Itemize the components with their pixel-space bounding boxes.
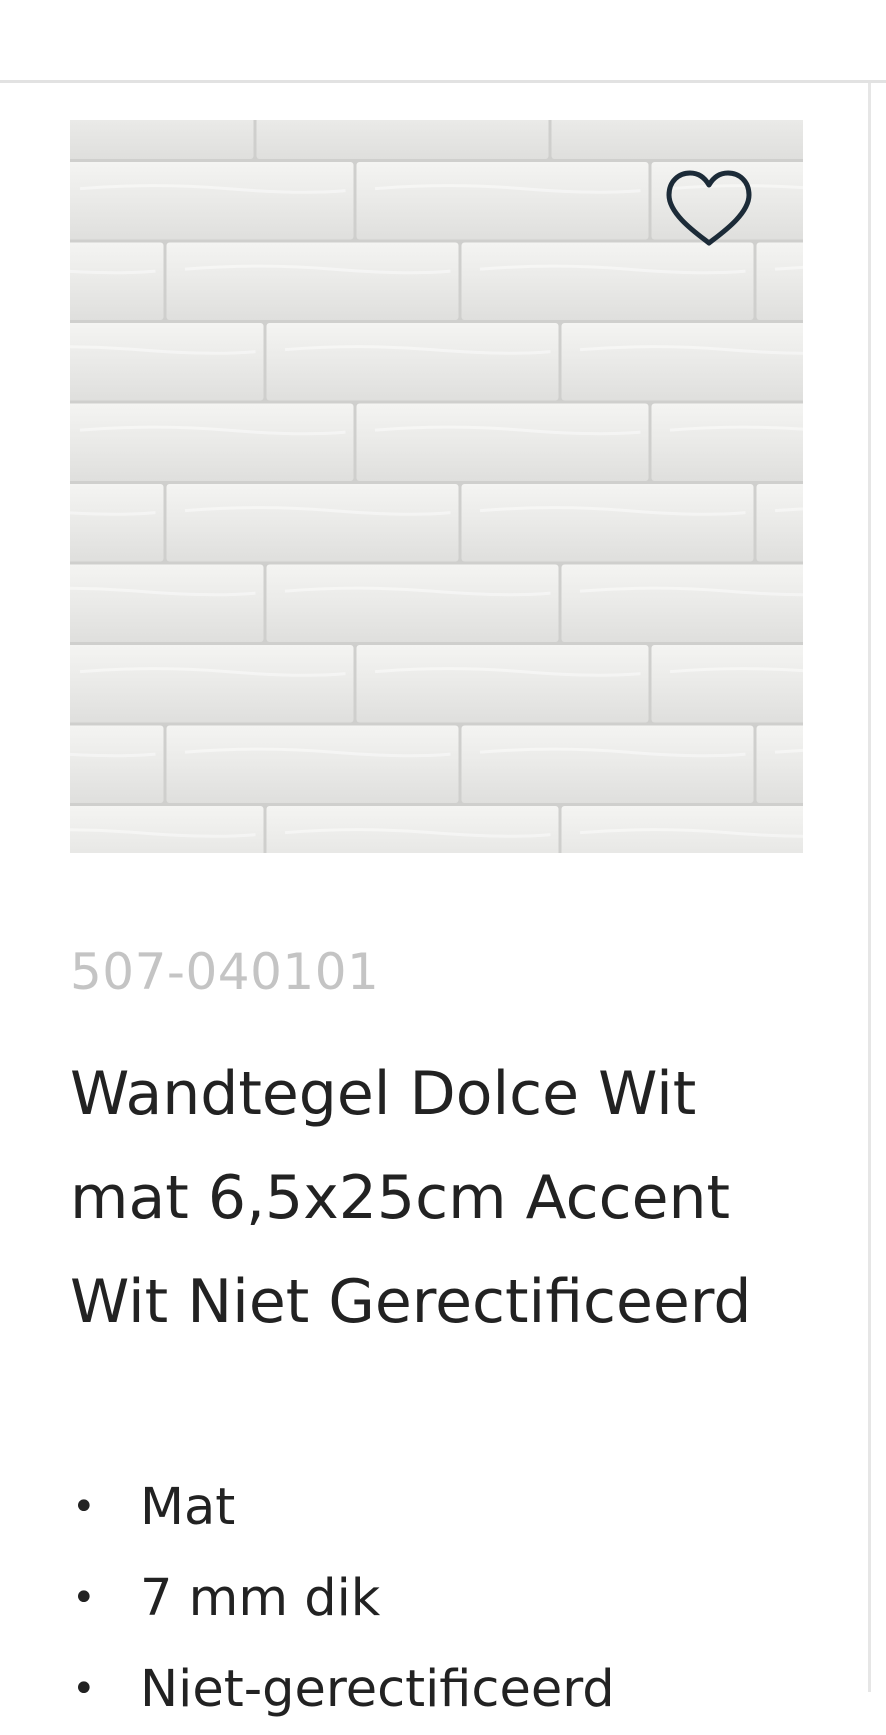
tile bbox=[166, 242, 459, 320]
tile bbox=[70, 162, 354, 240]
product-title[interactable]: Wandtegel Dolce Wit mat 6,5x25cm Accent … bbox=[70, 1042, 810, 1354]
tile bbox=[356, 645, 649, 723]
heart-icon bbox=[666, 170, 752, 246]
tile bbox=[266, 564, 559, 642]
tile bbox=[70, 645, 354, 723]
wishlist-button[interactable] bbox=[659, 165, 759, 255]
product-card[interactable]: 507-040101 Wandtegel Dolce Wit mat 6,5x2… bbox=[0, 83, 871, 1719]
tile bbox=[651, 645, 803, 723]
tile bbox=[756, 484, 803, 562]
tile bbox=[561, 564, 803, 642]
tile bbox=[166, 725, 459, 803]
product-image[interactable] bbox=[70, 120, 803, 853]
feature-text: 7 mm dik bbox=[140, 1569, 381, 1628]
feature-text: Niet-gerectificeerd bbox=[140, 1660, 615, 1719]
tile bbox=[266, 323, 559, 401]
tile bbox=[256, 120, 549, 159]
tile bbox=[70, 403, 354, 481]
tile bbox=[461, 484, 754, 562]
tile bbox=[166, 484, 459, 562]
tile bbox=[551, 120, 803, 159]
feature-text: Mat bbox=[140, 1478, 236, 1537]
bullet-icon: • bbox=[72, 1666, 96, 1712]
tile bbox=[70, 120, 254, 159]
tile bbox=[561, 323, 803, 401]
tile bbox=[356, 403, 649, 481]
product-sku: 507-040101 bbox=[70, 943, 380, 1001]
tile bbox=[461, 725, 754, 803]
tile bbox=[70, 323, 264, 401]
tile bbox=[70, 564, 264, 642]
bullet-icon: • bbox=[72, 1575, 96, 1621]
tile bbox=[756, 242, 803, 320]
bullet-icon: • bbox=[72, 1484, 96, 1530]
tile bbox=[651, 403, 803, 481]
tile bbox=[756, 725, 803, 803]
tile bbox=[356, 162, 649, 240]
tile bbox=[70, 484, 164, 562]
tile bbox=[70, 725, 164, 803]
tile bbox=[70, 242, 164, 320]
